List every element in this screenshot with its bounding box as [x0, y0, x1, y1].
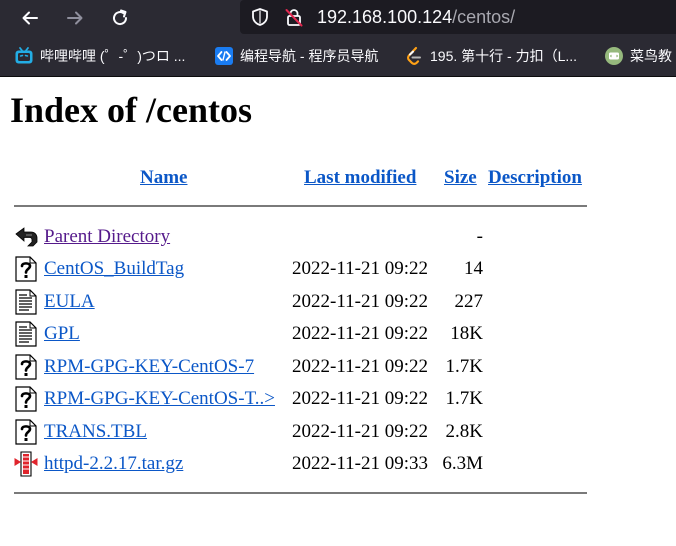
runoob-icon	[604, 46, 624, 66]
reload-button[interactable]	[105, 3, 135, 33]
text-file-icon	[15, 321, 37, 347]
file-link[interactable]: GPL	[44, 323, 80, 345]
back-button[interactable]	[15, 3, 45, 33]
file-link[interactable]: CentOS_BuildTag	[44, 258, 184, 280]
column-header-description[interactable]: Description	[488, 167, 582, 189]
size-cell: 14	[464, 258, 483, 279]
table-row: RPM-GPG-KEY-CentOS-T..> 2022-11-21 09:22…	[0, 384, 676, 416]
page-title: Index of /centos	[10, 90, 252, 130]
bookmark-label: 哔哩哔哩 (゜-゜)つロ ...	[40, 48, 186, 64]
leetcode-icon	[404, 46, 424, 66]
address-bar[interactable]: 192.168.100.124/centos/	[240, 0, 676, 34]
modified-cell: 2022-11-21 09:22	[292, 291, 428, 312]
size-cell: 227	[454, 291, 484, 312]
column-header-size[interactable]: Size	[444, 167, 477, 189]
file-link[interactable]: httpd-2.2.17.tar.gz	[44, 453, 183, 475]
url-host: 192.168.100.124	[317, 7, 453, 27]
bilibili-icon	[14, 46, 34, 66]
size-cell: 6.3M	[442, 453, 483, 474]
file-link[interactable]: EULA	[44, 291, 95, 313]
forward-button[interactable]	[60, 3, 90, 33]
text-file-icon	[15, 289, 37, 315]
table-row: Parent Directory -	[0, 222, 676, 254]
table-row: EULA 2022-11-21 09:22 227	[0, 287, 676, 319]
url-text[interactable]: 192.168.100.124/centos/	[317, 6, 515, 28]
file-link[interactable]: RPM-GPG-KEY-CentOS-7	[44, 356, 254, 378]
shield-icon[interactable]	[250, 7, 270, 27]
modified-cell: 2022-11-21 09:22	[292, 258, 428, 279]
table-row: GPL 2022-11-21 09:22 18K	[0, 319, 676, 351]
parent-directory-link[interactable]: Parent Directory	[44, 226, 170, 248]
column-header-name[interactable]: Name	[140, 167, 187, 189]
browser-toolbar: 192.168.100.124/centos/	[0, 0, 676, 36]
page-content: Index of /centos Name Last modified Size…	[0, 77, 676, 546]
modified-cell: 2022-11-21 09:22	[292, 356, 428, 377]
table-row: TRANS.TBL 2022-11-21 09:22 2.8K	[0, 417, 676, 449]
reload-icon	[113, 9, 128, 26]
modified-cell: 2022-11-21 09:22	[292, 323, 428, 344]
back-arrow-icon	[22, 11, 38, 25]
unknown-file-icon	[15, 419, 37, 445]
unknown-file-icon	[15, 354, 37, 380]
table-row: RPM-GPG-KEY-CentOS-7 2022-11-21 09:22 1.…	[0, 352, 676, 384]
compressed-file-icon	[14, 451, 38, 477]
file-link[interactable]: RPM-GPG-KEY-CentOS-T..>	[44, 388, 275, 410]
unknown-file-icon	[15, 256, 37, 282]
modified-cell: 2022-11-21 09:33	[292, 453, 428, 474]
bookmark-runoob[interactable]: 菜鸟教	[604, 46, 672, 66]
size-cell: 18K	[450, 323, 483, 344]
forward-arrow-icon	[67, 11, 83, 25]
header-divider	[14, 205, 587, 207]
size-cell: 1.7K	[445, 356, 483, 377]
bookmark-label: 195. 第十行 - 力扣（L...	[430, 48, 578, 64]
modified-cell: 2022-11-21 09:22	[292, 388, 428, 409]
bookmarks-toolbar: 哔哩哔哩 (゜-゜)つロ ... 编程导航 - 程序员导航 195. 第十行 -…	[0, 36, 676, 77]
size-cell: -	[476, 226, 483, 247]
bookmark-label: 编程导航 - 程序员导航	[240, 48, 379, 64]
column-header-last-modified[interactable]: Last modified	[304, 167, 416, 189]
modified-cell: 2022-11-21 09:22	[292, 421, 428, 442]
table-row: CentOS_BuildTag 2022-11-21 09:22 14	[0, 254, 676, 286]
back-folder-icon	[15, 227, 38, 247]
code-nav-icon	[214, 46, 234, 66]
bookmark-code-nav[interactable]: 编程导航 - 程序员导航	[214, 46, 378, 66]
url-path: /centos/	[452, 7, 516, 27]
bookmark-label: 菜鸟教	[630, 48, 672, 64]
size-cell: 2.8K	[445, 421, 483, 442]
bookmark-bilibili[interactable]: 哔哩哔哩 (゜-゜)つロ ...	[14, 46, 185, 66]
unknown-file-icon	[15, 386, 37, 412]
file-link[interactable]: TRANS.TBL	[44, 421, 147, 443]
bookmark-leetcode[interactable]: 195. 第十行 - 力扣（L...	[404, 46, 577, 66]
table-row: httpd-2.2.17.tar.gz 2022-11-21 09:33 6.3…	[0, 449, 676, 481]
insecure-lock-icon[interactable]	[284, 7, 304, 27]
footer-divider	[14, 492, 587, 494]
size-cell: 1.7K	[445, 388, 483, 409]
